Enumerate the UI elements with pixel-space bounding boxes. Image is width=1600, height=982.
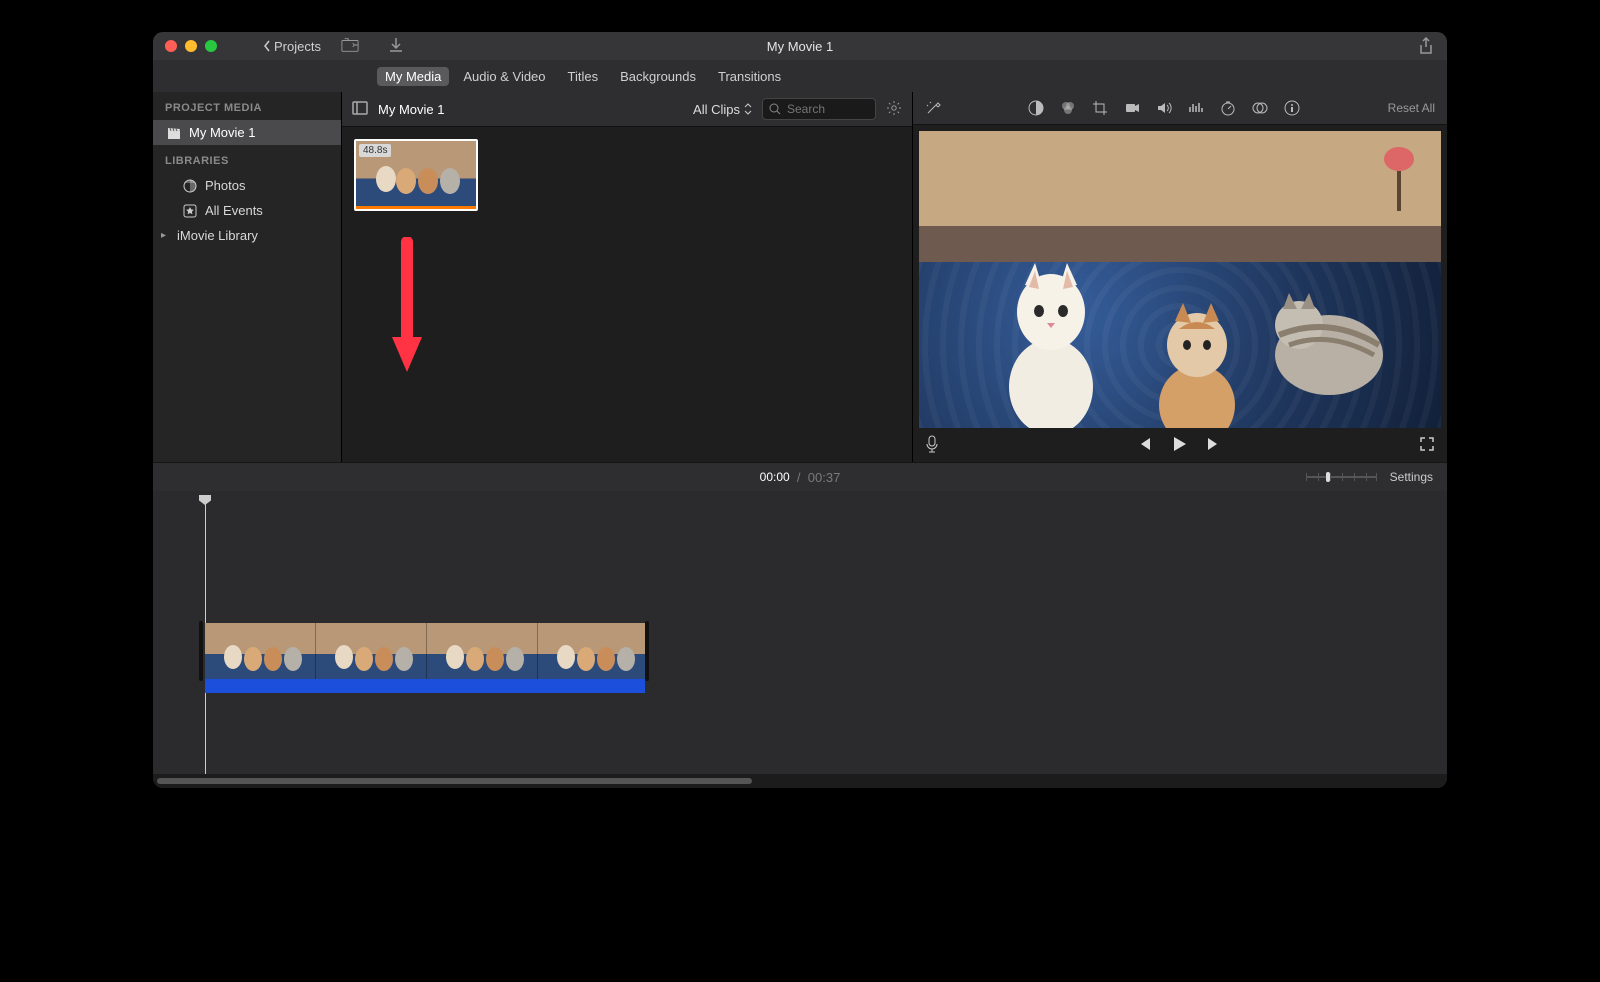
back-to-projects-button[interactable]: Projects xyxy=(263,39,321,54)
minimize-icon[interactable] xyxy=(185,40,197,52)
browser-toolbar: My Movie 1 All Clips xyxy=(342,92,912,127)
voiceover-icon[interactable] xyxy=(925,435,939,456)
lamp-image xyxy=(1379,145,1419,215)
color-balance-icon[interactable] xyxy=(1028,100,1044,116)
auto-enhance-icon[interactable] xyxy=(925,100,941,116)
video-preview[interactable] xyxy=(919,131,1441,428)
browser-breadcrumb: My Movie 1 xyxy=(378,102,444,117)
toolbar-icons xyxy=(341,37,405,56)
sidebar-library-label: iMovie Library xyxy=(177,228,258,243)
chevron-left-icon xyxy=(263,40,271,52)
clip-trim-handle-left[interactable] xyxy=(199,621,203,681)
time-separator: / xyxy=(790,470,808,485)
timeline-scrollbar[interactable] xyxy=(153,774,1447,788)
adjust-toolbar: Reset All xyxy=(913,92,1447,125)
back-label: Projects xyxy=(274,39,321,54)
media-browser: My Movie 1 All Clips 48.8s xyxy=(342,92,913,462)
reset-all-button[interactable]: Reset All xyxy=(1388,101,1435,115)
upper-pane: PROJECT MEDIA My Movie 1 LIBRARIES Photo… xyxy=(153,92,1447,462)
media-clip-thumbnail[interactable]: 48.8s xyxy=(354,139,478,211)
next-button[interactable] xyxy=(1206,436,1222,455)
search-input[interactable] xyxy=(785,101,859,117)
import-media-icon[interactable] xyxy=(341,37,359,56)
clip-frame-3 xyxy=(427,623,537,679)
download-icon[interactable] xyxy=(387,37,405,56)
prev-button[interactable] xyxy=(1136,436,1152,455)
close-icon[interactable] xyxy=(165,40,177,52)
clip-filter-icon[interactable] xyxy=(1252,100,1268,116)
share-icon[interactable] xyxy=(1419,37,1433,58)
clapperboard-icon xyxy=(167,126,181,140)
clip-frame-2 xyxy=(316,623,426,679)
media-tabs: My Media Audio & Video Titles Background… xyxy=(153,60,1447,92)
timeline-settings-button[interactable]: Settings xyxy=(1390,470,1433,484)
preview-frame-image xyxy=(919,131,1441,428)
sidebar-all-events-label: All Events xyxy=(205,203,263,218)
toggle-sidebar-icon[interactable] xyxy=(352,101,368,118)
window-controls xyxy=(165,40,217,52)
color-correction-icon[interactable] xyxy=(1060,100,1076,116)
clip-kittens-image xyxy=(356,141,476,205)
sidebar-item-project[interactable]: My Movie 1 xyxy=(153,120,341,145)
kitten-orange xyxy=(1137,295,1257,428)
clip-audio-track[interactable] xyxy=(205,679,645,693)
timeline[interactable] xyxy=(153,491,1447,788)
sidebar-heading-project: PROJECT MEDIA xyxy=(153,92,341,120)
clip-filter-dropdown[interactable]: All Clips xyxy=(693,102,752,117)
tab-audio-video[interactable]: Audio & Video xyxy=(455,67,553,86)
gear-icon[interactable] xyxy=(886,100,902,119)
sidebar-item-imovie-library[interactable]: ▸ iMovie Library xyxy=(153,223,341,248)
maximize-icon[interactable] xyxy=(205,40,217,52)
app-window: Projects My Movie 1 My Media Audio & Vid… xyxy=(153,32,1447,788)
kitten-grey xyxy=(1259,275,1399,405)
photos-icon xyxy=(183,179,197,193)
transport-bar xyxy=(913,428,1447,462)
search-field[interactable] xyxy=(762,98,876,120)
crop-icon[interactable] xyxy=(1092,100,1108,116)
preview-pane: Reset All xyxy=(913,92,1447,462)
sidebar-heading-libraries: LIBRARIES xyxy=(153,145,341,173)
chevron-right-icon: ▸ xyxy=(161,230,169,241)
title-bar: Projects My Movie 1 xyxy=(153,32,1447,60)
browser-body[interactable]: 48.8s xyxy=(342,127,912,462)
tab-backgrounds[interactable]: Backgrounds xyxy=(612,67,704,86)
clip-trim-handle-right[interactable] xyxy=(645,621,649,681)
tab-titles[interactable]: Titles xyxy=(560,67,607,86)
clip-frame-1 xyxy=(205,623,315,679)
sidebar-project-label: My Movie 1 xyxy=(189,125,255,140)
kitten-white xyxy=(981,257,1121,428)
tab-my-media[interactable]: My Media xyxy=(377,67,449,86)
sidebar-item-all-events[interactable]: All Events xyxy=(153,198,341,223)
time-total: 00:37 xyxy=(808,470,841,485)
stabilization-icon[interactable] xyxy=(1124,100,1140,116)
sidebar: PROJECT MEDIA My Movie 1 LIBRARIES Photo… xyxy=(153,92,342,462)
clip-frame-4 xyxy=(538,623,648,679)
noise-reduction-icon[interactable] xyxy=(1188,100,1204,116)
updown-icon xyxy=(744,103,752,115)
time-display-bar: 00:00 / 00:37 Settings xyxy=(153,462,1447,491)
search-icon xyxy=(769,103,781,115)
speed-icon[interactable] xyxy=(1220,100,1236,116)
time-current: 00:00 xyxy=(760,470,790,484)
play-button[interactable] xyxy=(1170,435,1188,456)
info-icon[interactable] xyxy=(1284,100,1300,116)
clip-filter-label: All Clips xyxy=(693,102,740,117)
tab-transitions[interactable]: Transitions xyxy=(710,67,789,86)
clip-used-indicator xyxy=(356,206,476,209)
annotation-arrow xyxy=(387,237,427,377)
volume-icon[interactable] xyxy=(1156,100,1172,116)
star-icon xyxy=(183,204,197,218)
fullscreen-icon[interactable] xyxy=(1419,436,1435,455)
zoom-slider[interactable] xyxy=(1306,471,1376,483)
sidebar-photos-label: Photos xyxy=(205,178,245,193)
sidebar-item-photos[interactable]: Photos xyxy=(153,173,341,198)
